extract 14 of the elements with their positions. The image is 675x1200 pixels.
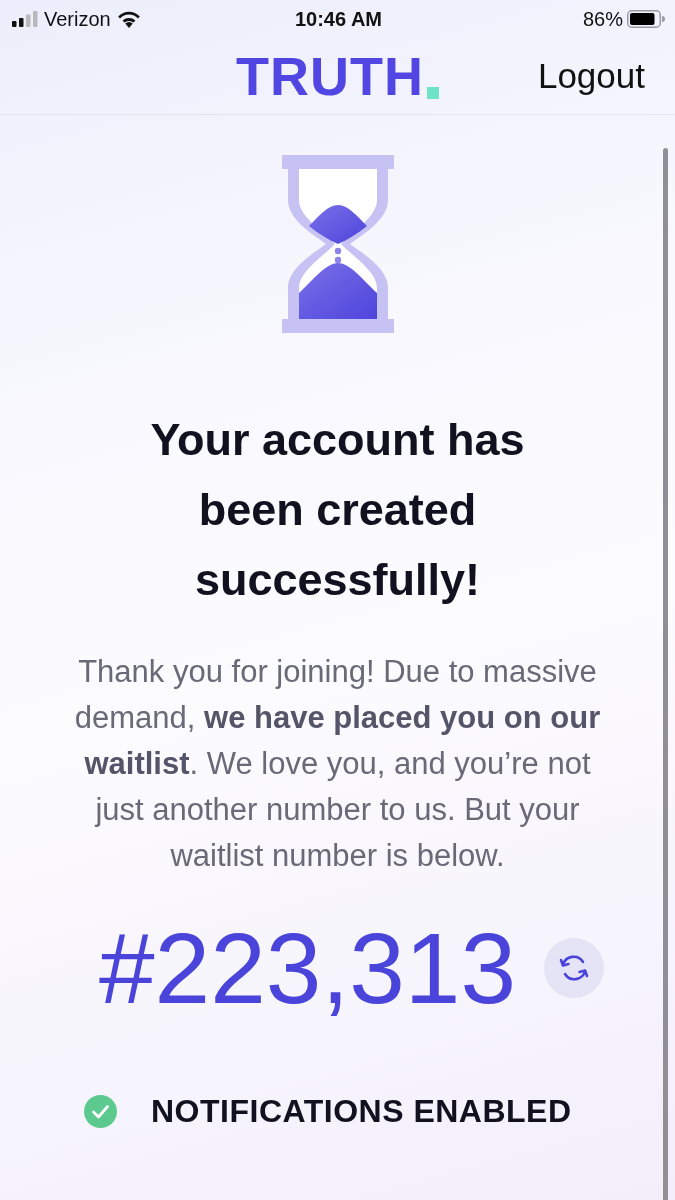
wifi-icon xyxy=(116,10,141,28)
clock-time: 10:46 AM xyxy=(294,7,383,31)
battery-percent: 86% xyxy=(582,7,623,31)
app-logo: TRUTH xyxy=(236,49,424,103)
refresh-icon xyxy=(559,954,590,982)
hourglass-icon xyxy=(281,155,394,333)
success-heading: Your account has been created successfully! xyxy=(149,413,526,607)
waitlist-message: Thank you for joining! Due to massive demand, we have placed you on our waitlist. We love you, and you’re not just another number to us. But your waitlist number is below. xyxy=(73,653,602,875)
notifications-status: NOTIFICATIONS ENABLED xyxy=(151,1093,572,1130)
signal-icon xyxy=(12,11,38,27)
carrier-name: Verizon xyxy=(44,7,111,31)
battery-icon xyxy=(627,10,665,28)
waitlist-number: #223,313 xyxy=(98,913,517,1023)
logout-button[interactable]: Logout xyxy=(537,56,645,96)
